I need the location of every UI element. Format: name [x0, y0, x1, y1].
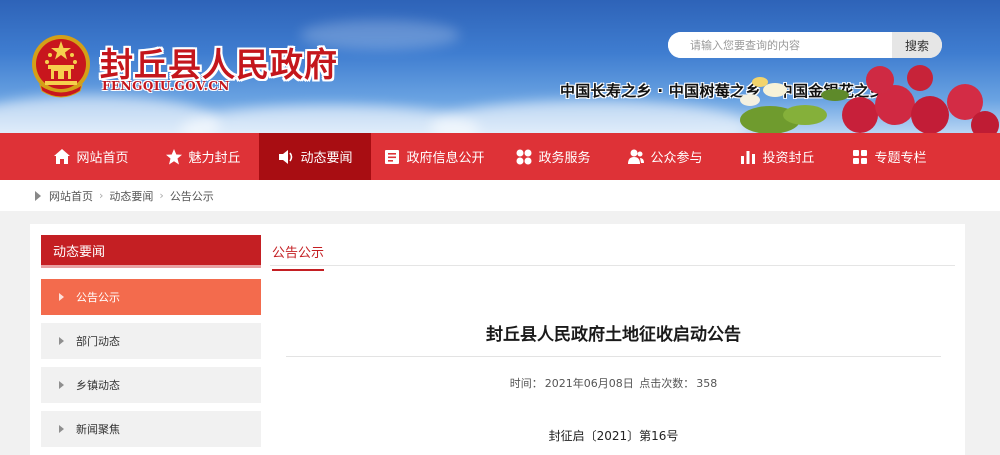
- site-header: 封丘县人民政府 FENGQIU.GOV.CN 搜索 中国长寿之乡 · 中国树莓之…: [0, 0, 1000, 133]
- caret-right-icon: [59, 337, 64, 345]
- sidebar-item-departments[interactable]: 部门动态: [41, 323, 261, 359]
- search-button[interactable]: 搜索: [892, 32, 942, 58]
- breadcrumb-current[interactable]: 公告公示: [170, 188, 214, 204]
- nav-item-topics[interactable]: 专题专栏: [833, 133, 945, 180]
- speaker-icon: [277, 148, 295, 166]
- content-tabbar: 公告公示: [270, 235, 955, 271]
- divider: [286, 356, 941, 357]
- main-panel: 动态要闻 公告公示 部门动态 乡镇动态 新闻聚焦 公告公示 封丘县人民政府土地征…: [30, 224, 965, 455]
- meta-time: 2021年06月08日: [544, 377, 634, 390]
- nav-label: 专题专栏: [874, 151, 927, 166]
- raspberry-flowers-decoration: [740, 65, 999, 133]
- bar-chart-icon: [739, 148, 757, 166]
- caret-right-icon: [59, 293, 64, 301]
- nav-item-news[interactable]: 动态要闻: [259, 133, 371, 180]
- breadcrumb-play-icon: [35, 190, 41, 201]
- nav-label: 魅力封丘: [188, 151, 241, 166]
- sidebar-item-label: 乡镇动态: [76, 379, 120, 392]
- caret-right-icon: [59, 381, 64, 389]
- main-nav: 网站首页 魅力封丘 动态要闻 政府信息公开 政务服务 公众参与 投资封丘 专题专…: [0, 133, 1000, 180]
- sidebar: 动态要闻 公告公示 部门动态 乡镇动态 新闻聚焦: [41, 235, 261, 447]
- caret-right-icon: [59, 425, 64, 433]
- nav-item-home[interactable]: 网站首页: [35, 133, 147, 180]
- people-icon: [627, 148, 645, 166]
- nav-item-invest[interactable]: 投资封丘: [721, 133, 833, 180]
- search-input[interactable]: [668, 32, 892, 58]
- sidebar-item-townships[interactable]: 乡镇动态: [41, 367, 261, 403]
- breadcrumb-separator-icon: ›: [159, 189, 164, 202]
- site-domain: FENGQIU.GOV.CN: [102, 79, 230, 93]
- article-content: 公告公示 封丘县人民政府土地征收启动公告 时间： 2021年06月08日 点击次数…: [270, 235, 955, 443]
- nav-item-participation[interactable]: 公众参与: [609, 133, 721, 180]
- breadcrumb-news[interactable]: 动态要闻: [109, 188, 153, 204]
- breadcrumb-home[interactable]: 网站首页: [49, 188, 93, 204]
- search-box: 搜索: [668, 32, 942, 58]
- grid-icon: [515, 148, 533, 166]
- star-icon: [165, 148, 183, 166]
- nav-label: 政府信息公开: [406, 151, 485, 166]
- sidebar-item-announcements[interactable]: 公告公示: [41, 279, 261, 315]
- breadcrumb: 网站首页 › 动态要闻 › 公告公示: [0, 180, 1000, 211]
- nav-label: 动态要闻: [300, 151, 353, 166]
- article-meta: 时间： 2021年06月08日 点击次数： 358: [286, 375, 941, 391]
- sidebar-item-label: 公告公示: [76, 291, 120, 304]
- sidebar-item-news-focus[interactable]: 新闻聚焦: [41, 411, 261, 447]
- document-icon: [383, 148, 401, 166]
- nav-item-gov-info[interactable]: 政府信息公开: [371, 133, 497, 180]
- meta-clicks-label: 点击次数：: [639, 377, 695, 390]
- tiles-icon: [851, 148, 869, 166]
- nav-item-services[interactable]: 政务服务: [497, 133, 609, 180]
- meta-clicks: 358: [696, 377, 718, 390]
- nav-item-charm[interactable]: 魅力封丘: [147, 133, 259, 180]
- meta-time-label: 时间：: [509, 377, 543, 390]
- nav-label: 政务服务: [538, 151, 591, 166]
- nav-label: 网站首页: [76, 151, 129, 166]
- article-title: 封丘县人民政府土地征收启动公告: [486, 325, 741, 345]
- sidebar-heading: 动态要闻: [41, 235, 261, 268]
- nav-label: 公众参与: [650, 151, 703, 166]
- tab-announcements[interactable]: 公告公示: [272, 242, 325, 271]
- breadcrumb-separator-icon: ›: [99, 189, 104, 202]
- sidebar-item-label: 部门动态: [76, 335, 120, 348]
- sidebar-item-label: 新闻聚焦: [76, 423, 120, 436]
- document-number: 封征启〔2021〕第16号: [548, 429, 679, 443]
- national-emblem-icon: [32, 35, 90, 98]
- nav-label: 投资封丘: [762, 151, 815, 166]
- home-icon: [53, 148, 71, 166]
